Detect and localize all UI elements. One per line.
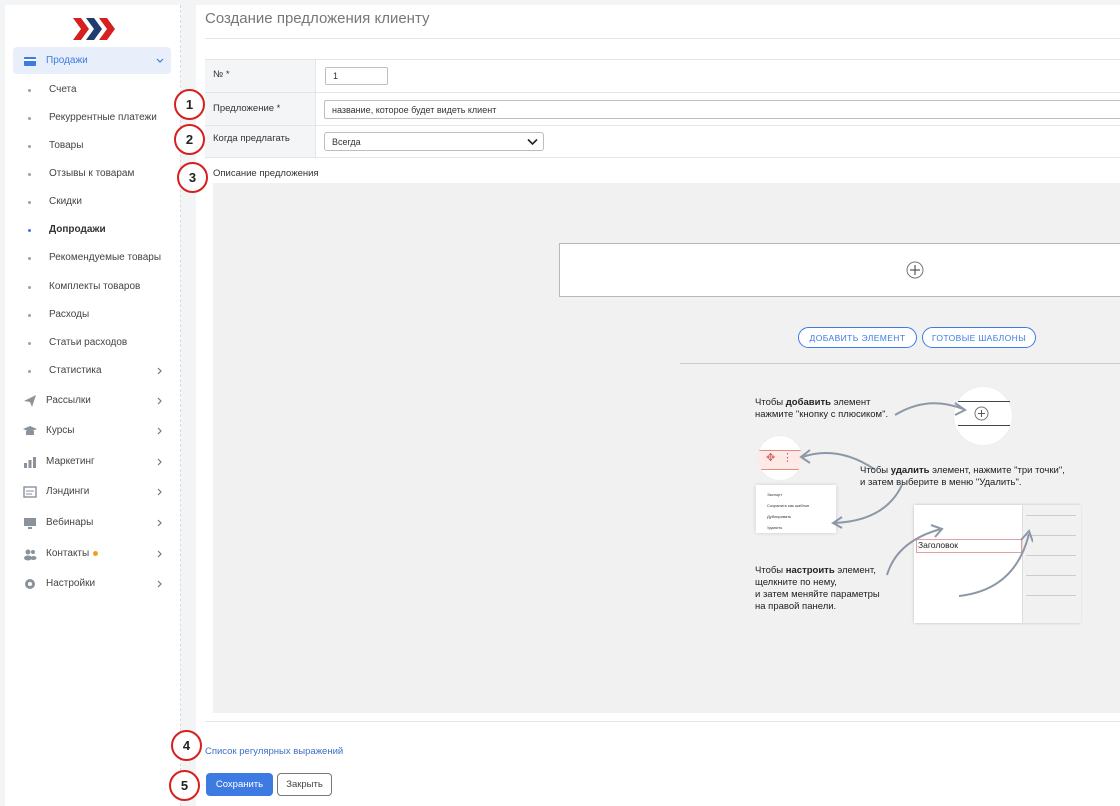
gear-icon <box>25 579 35 589</box>
chevron-right-icon <box>157 397 162 405</box>
annotation-badge: 4 <box>171 730 202 761</box>
three-dots-illustration: ✥ ⋮ <box>757 435 803 481</box>
sidebar-item-courses[interactable]: Курсы <box>13 421 171 441</box>
sidebar-item-label: Настройки <box>46 578 96 589</box>
sidebar-subitem-label: Допродажи <box>49 224 106 235</box>
sidebar-subitem-upsells[interactable]: Допродажи <box>13 221 171 239</box>
move-icon: ✥ <box>766 452 776 464</box>
chevron-right-icon <box>157 519 162 527</box>
paper-plane-icon <box>24 395 36 407</box>
sidebar-item-settings[interactable]: Настройки <box>13 574 171 594</box>
sidebar-subitem-label: Скидки <box>49 196 82 207</box>
context-menu-illustration: Экспорт Сохранить как шаблон Дублировать Уд… <box>756 485 836 533</box>
editor-divider <box>680 363 1120 364</box>
arrow-configure-illustration-2 <box>958 529 1033 597</box>
chevron-right-icon <box>157 458 162 466</box>
chevron-right-icon <box>157 488 162 496</box>
when-label: Когда предлагать <box>213 133 290 144</box>
hint-add: Чтобы добавить элемент нажмите "кнопку с… <box>755 397 889 420</box>
when-select[interactable]: Всегда <box>324 132 544 151</box>
sidebar-subitem-label: Расходы <box>49 309 90 320</box>
number-field[interactable]: 1 <box>325 67 388 85</box>
sidebar: Продажи Счета Рекуррентные платежи Товар… <box>5 5 181 806</box>
users-icon <box>24 549 37 561</box>
offer-name-field[interactable]: название, которое будет видеть клиент <box>324 100 1120 119</box>
editor-canvas[interactable]: ДОБАВИТЬ ЭЛЕМЕНТ ГОТОВЫЕ ШАБЛОНЫ Чтобы д… <box>213 183 1120 713</box>
sidebar-subitem-label: Счета <box>49 84 77 95</box>
sidebar-item-landings[interactable]: Лэндинги <box>13 482 171 502</box>
chevron-down-icon <box>527 138 538 146</box>
arrow-configure-illustration-1 <box>886 524 944 576</box>
sidebar-subitem-invoices[interactable]: Счета <box>13 81 171 99</box>
sidebar-subitem-recurring[interactable]: Рекуррентные платежи <box>13 109 171 127</box>
chevron-right-icon <box>157 580 162 588</box>
sidebar-subitem-expense-items[interactable]: Статьи расходов <box>13 334 171 352</box>
sidebar-item-label: Маркетинг <box>46 456 95 467</box>
sidebar-item-label: Контакты <box>46 548 99 559</box>
sidebar-subitem-label: Комплекты товаров <box>49 281 141 292</box>
annotation-badge: 3 <box>177 162 208 193</box>
hint-configure: Чтобы настроить элемент, щелкните по нем… <box>755 565 880 612</box>
chevron-right-icon <box>157 367 162 375</box>
when-select-value: Всегда <box>332 136 361 147</box>
sidebar-subitem-label: Статистика <box>49 365 102 376</box>
sidebar-item-label: Рассылки <box>46 395 91 406</box>
main-content: Создание предложения клиенту № * 1 Предл… <box>196 5 1120 806</box>
add-block-area[interactable] <box>559 243 1120 297</box>
sidebar-item-marketing[interactable]: Маркетинг <box>13 452 171 472</box>
sidebar-subitem-products[interactable]: Товары <box>13 137 171 155</box>
chevron-right-icon <box>157 550 162 558</box>
sidebar-subitem-bundles[interactable]: Комплекты товаров <box>13 278 171 296</box>
title-divider <box>205 38 1120 39</box>
logo <box>73 18 115 40</box>
ready-templates-button[interactable]: ГОТОВЫЕ ШАБЛОНЫ <box>922 327 1036 348</box>
save-button[interactable]: Сохранить <box>206 773 273 796</box>
sidebar-item-mailings[interactable]: Рассылки <box>13 391 171 411</box>
regex-list-link[interactable]: Список регулярных выражений <box>205 746 343 757</box>
chevron-down-icon <box>156 58 164 63</box>
card-icon <box>24 57 36 66</box>
more-vertical-icon: ⋮ <box>782 452 793 464</box>
sidebar-subitem-reviews[interactable]: Отзывы к товарам <box>13 165 171 183</box>
landing-page-icon <box>23 486 37 498</box>
plus-circle-icon <box>974 406 989 421</box>
graduation-cap-icon <box>23 426 37 435</box>
sidebar-subitem-label: Отзывы к товарам <box>49 168 135 179</box>
plus-circle-icon[interactable] <box>906 261 924 279</box>
arrow-add-illustration <box>894 402 967 416</box>
annotation-badge: 1 <box>174 89 205 120</box>
sidebar-item-label: Вебинары <box>46 517 94 528</box>
context-menu-items: Экспорт Сохранить как шаблон Дублировать Уд… <box>767 492 810 530</box>
offer-label: Предложение * <box>213 103 281 114</box>
sidebar-item-contacts[interactable]: Контакты <box>13 544 171 564</box>
monitor-icon <box>24 518 36 529</box>
sidebar-item-webinars[interactable]: Вебинары <box>13 513 171 533</box>
sidebar-subitem-label: Рекомендуемые товары <box>49 252 162 263</box>
annotation-badge: 5 <box>169 770 200 801</box>
sidebar-subitem-statistics[interactable]: Статистика <box>13 362 171 380</box>
sidebar-subitem-label: Товары <box>49 140 84 151</box>
page-title: Создание предложения клиенту <box>205 10 430 27</box>
sidebar-subitem-expenses[interactable]: Расходы <box>13 306 171 324</box>
sidebar-item-label: Продажи <box>46 55 88 66</box>
sidebar-item-sales[interactable]: Продажи <box>13 47 171 74</box>
form-row-offer: Предложение * название, которое будет ви… <box>205 92 1120 126</box>
annotation-badge: 2 <box>174 124 205 155</box>
bar-chart-icon <box>24 457 36 468</box>
sidebar-subitem-recommended[interactable]: Рекомендуемые товары <box>13 249 171 267</box>
form-row-when: Когда предлагать Всегда <box>205 125 1120 158</box>
sidebar-subitem-label: Рекуррентные платежи <box>49 112 157 123</box>
form-row-number: № * 1 <box>205 59 1120 93</box>
description-label: Описание предложения <box>213 168 319 179</box>
chevron-right-icon <box>157 427 162 435</box>
number-label: № * <box>213 69 230 80</box>
close-button[interactable]: Закрыть <box>277 773 332 796</box>
sidebar-item-label: Курсы <box>46 425 75 436</box>
notification-dot <box>93 550 99 556</box>
sidebar-item-label: Лэндинги <box>46 486 90 497</box>
sidebar-subitem-label: Статьи расходов <box>49 337 128 348</box>
sidebar-subitem-discounts[interactable]: Скидки <box>13 193 171 211</box>
add-element-button[interactable]: ДОБАВИТЬ ЭЛЕМЕНТ <box>798 327 917 348</box>
